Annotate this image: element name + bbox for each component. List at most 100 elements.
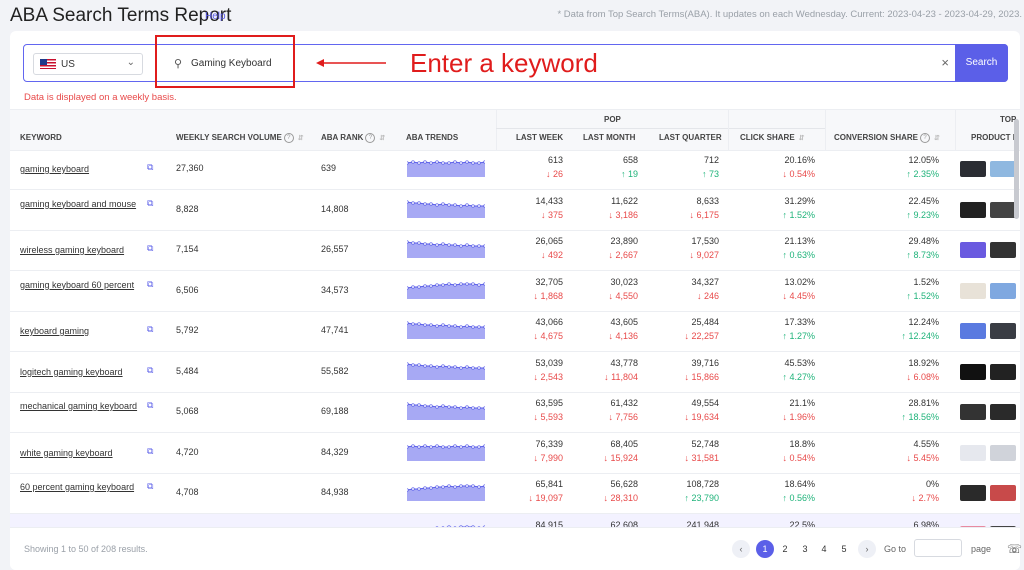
col-rank[interactable]: ABA RANK? ⇵	[321, 133, 385, 143]
product-thumbnail[interactable]	[960, 282, 986, 299]
last-month-value: 30,023	[610, 276, 638, 287]
table-header: KEYWORD WEEKLY SEARCH VOLUME? ⇵ ABA RANK?…	[10, 109, 1020, 151]
click-share-change: ↑ 4.27%	[735, 372, 815, 382]
external-link-icon[interactable]: ⧉	[147, 162, 153, 173]
product-thumbnail[interactable]	[960, 404, 986, 420]
click-share-value: 45.53%	[784, 357, 815, 368]
page-3[interactable]: 3	[796, 540, 814, 558]
change-value: 22,257	[691, 331, 719, 341]
col-click-share[interactable]: CLICK SHARE ⇵	[740, 133, 805, 142]
product-thumbnail[interactable]	[960, 485, 986, 501]
product-thumbnail[interactable]	[990, 444, 1016, 461]
keyword-link[interactable]: mechanical gaming keyboard	[20, 400, 140, 413]
external-link-icon[interactable]: ⧉	[147, 400, 153, 411]
page-1[interactable]: 1	[756, 540, 774, 558]
col-trends: ABA TRENDS	[406, 133, 459, 142]
next-page-button[interactable]: ›	[858, 540, 876, 558]
page-2[interactable]: 2	[776, 540, 794, 558]
product-thumbnail[interactable]	[990, 323, 1016, 339]
report-card: US ⌄ ⚲ Gaming Keyboard × Search Data is …	[10, 31, 1020, 570]
last-week-change: ↓ 1,868	[483, 291, 563, 301]
last-month-value: 43,605	[610, 317, 638, 327]
product-thumbnail[interactable]	[990, 485, 1016, 501]
product-thumbnail[interactable]	[960, 444, 986, 461]
last-month-value: 43,778	[610, 357, 638, 368]
conversion-share-value: 0%	[925, 479, 939, 489]
product-thumbnail[interactable]	[960, 323, 986, 339]
last-week-value: 43,066	[535, 317, 563, 327]
external-link-icon[interactable]: ⧉	[147, 279, 153, 290]
last-week-value: 53,039	[535, 357, 563, 368]
change-value: 2,667	[615, 250, 638, 260]
keyword-link[interactable]: white gaming keyboard	[20, 447, 140, 460]
table-scrollbar[interactable]	[1014, 119, 1019, 219]
change-value: 73	[708, 169, 719, 179]
divider	[825, 110, 826, 150]
product-thumbnail[interactable]	[990, 282, 1016, 299]
prev-page-button[interactable]: ‹	[732, 540, 750, 558]
product-thumbnail[interactable]	[960, 161, 986, 177]
keyword-link[interactable]: wireless gaming keyboard	[20, 244, 140, 257]
col-last-quarter[interactable]: LAST QUARTER	[659, 133, 722, 142]
external-link-icon[interactable]: ⧉	[147, 446, 153, 457]
external-link-icon[interactable]: ⧉	[147, 243, 153, 254]
product-thumbnail[interactable]	[990, 404, 1016, 420]
data-note: * Data from Top Search Terms(ABA). It up…	[557, 9, 1022, 20]
keyword-link[interactable]: gaming keyboard	[20, 163, 140, 176]
page-title: ABA Search Terms Report	[10, 5, 232, 26]
keyword-link[interactable]: logitech gaming keyboard	[20, 366, 140, 379]
goto-page-input[interactable]	[914, 539, 962, 557]
country-select[interactable]: US ⌄	[33, 53, 143, 75]
keyword-link[interactable]: gaming keyboard and mouse	[20, 198, 140, 211]
change-value: 12.24%	[908, 331, 939, 341]
col-rank-label: ABA RANK	[321, 133, 364, 143]
external-link-icon[interactable]: ⧉	[147, 365, 153, 376]
table-row: wireless gaming keyboard ⧉ 7,154 26,557 26,0…	[10, 230, 1020, 271]
conversion-share-value: 6.98%	[913, 519, 939, 528]
product-thumbnail[interactable]	[990, 201, 1016, 218]
product-thumbnail[interactable]	[960, 242, 986, 258]
col-keyword[interactable]: KEYWORD	[20, 133, 62, 142]
table-row: 60% percent gaming⧉4,66387,19484,91562,6…	[10, 513, 1020, 528]
table-row: gaming keyboard and mouse ⧉ 8,828 14,808 14,…	[10, 190, 1020, 231]
change-value: 15,866	[691, 371, 719, 382]
last-month-change: ↓ 4,136	[558, 331, 638, 341]
external-link-icon[interactable]: ⧉	[147, 198, 153, 209]
aba-trend-sparkline	[407, 484, 485, 501]
external-link-icon[interactable]: ⧉	[147, 324, 153, 335]
external-link-icon[interactable]: ⧉	[147, 481, 153, 492]
clear-icon[interactable]: ×	[941, 55, 949, 70]
change-value: 7,756	[615, 412, 638, 422]
keyword-link[interactable]: keyboard gaming	[20, 325, 140, 338]
col-volume[interactable]: WEEKLY SEARCH VOLUME? ⇵	[176, 133, 304, 143]
keyword-link[interactable]: gaming keyboard 60 percent	[20, 279, 140, 292]
conversion-share-value: 28.81%	[908, 398, 939, 408]
divider	[496, 110, 497, 150]
last-quarter-value: 49,554	[691, 398, 719, 408]
product-thumbnail[interactable]	[960, 363, 986, 380]
col-conversion-share[interactable]: CONVERSION SHARE? ⇵	[834, 133, 940, 143]
keyword-link[interactable]: 60 percent gaming keyboard	[20, 481, 140, 494]
support-icon[interactable]: ☏	[1007, 542, 1022, 556]
search-button[interactable]: Search	[955, 44, 1008, 82]
arrow-up-icon: ↑	[620, 169, 628, 179]
page-5[interactable]: 5	[835, 540, 853, 558]
last-week-value: 32,705	[535, 276, 563, 287]
click-share-change: ↓ 0.54%	[735, 453, 815, 463]
help-link[interactable]: Help	[205, 11, 226, 22]
sort-icon: ⇵	[934, 135, 940, 143]
product-thumbnail[interactable]	[990, 161, 1016, 177]
page-4[interactable]: 4	[815, 540, 833, 558]
table-row: gaming keyboard 60 percent ⧉ 6,506 34,573 32…	[10, 271, 1020, 312]
conversion-share-change: ↑ 12.24%	[859, 331, 939, 341]
click-share-value: 17.33%	[784, 317, 815, 327]
last-month-change: ↓ 11,804	[558, 372, 638, 382]
product-thumbnail[interactable]	[990, 242, 1016, 258]
col-last-month[interactable]: LAST MONTH	[583, 133, 635, 142]
table-row: gaming keyboard ⧉ 27,360 639 613 ↓ 26 658 ↑ 19 7…	[10, 149, 1020, 190]
aba-rank: 55,582	[321, 365, 349, 376]
col-last-week[interactable]: LAST WEEK	[516, 133, 563, 142]
change-value: 9,027	[696, 250, 719, 260]
product-thumbnail[interactable]	[960, 201, 986, 218]
product-thumbnail[interactable]	[990, 363, 1016, 380]
